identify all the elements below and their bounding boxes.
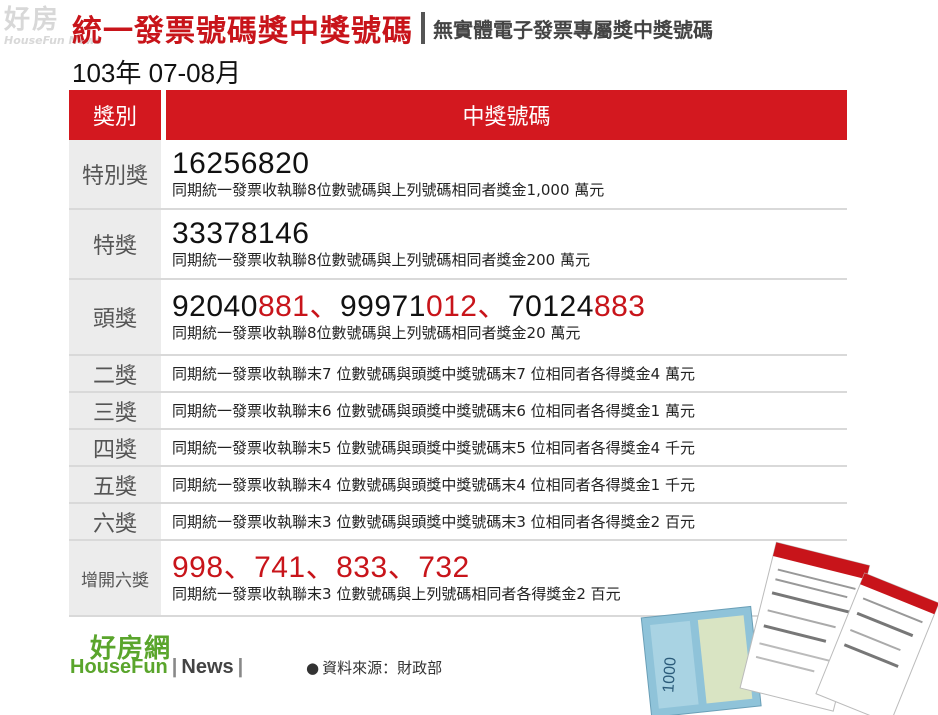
source-text: 資料來源：財政部 [322, 659, 443, 677]
row-third-prize: 三獎 同期統一發票收執聯末6 位數號碼與頭獎中獎號碼末6 位相同者各得獎金1 萬… [69, 393, 847, 430]
extra-number: 833 [336, 551, 388, 584]
prize-label: 二獎 [69, 356, 161, 391]
banknote-icon: 1000 [640, 605, 762, 715]
prize-label: 頭獎 [69, 280, 161, 354]
row-second-prize: 二獎 同期統一發票收執聯末7 位數號碼與頭獎中獎號碼末7 位相同者各得獎金4 萬… [69, 356, 847, 393]
prize-label: 特獎 [69, 210, 161, 278]
grand-prize-number: 33378146 [172, 217, 310, 250]
header-category: 獎別 [69, 90, 161, 140]
special-prize-number: 16256820 [172, 147, 310, 180]
number-prefix: 99971 [340, 290, 426, 323]
prize-table: 獎別 中獎號碼 特別獎 16256820 同期統一發票收執聯8位數號碼與上列號碼… [69, 90, 847, 617]
prize-desc: 同期統一發票收執聯末5 位數號碼與頭獎中獎號碼末5 位相同者各得獎金4 千元 [172, 438, 695, 457]
number-prefix: 70124 [508, 290, 594, 323]
row-first-prize: 頭獎 92040881、99971012、70124883 同期統一發票收執聯8… [69, 280, 847, 356]
number-prefix: 92040 [172, 290, 258, 323]
page-title: 統一發票號碼獎中獎號碼 [72, 14, 413, 49]
source-note: ● 資料來源：財政部 [306, 657, 442, 678]
row-sixth-prize: 六獎 同期統一發票收執聯末3 位數號碼與頭獎中獎號碼末3 位相同者各得獎金2 百… [69, 504, 847, 541]
row-special-prize: 特別獎 16256820 同期統一發票收執聯8位數號碼與上列號碼相同者獎金1,0… [69, 140, 847, 210]
separator: 、 [223, 551, 255, 584]
prize-label: 特別獎 [69, 140, 161, 208]
logo-brand: HouseFun [70, 656, 168, 678]
extra-number: 732 [418, 551, 470, 584]
prize-label: 四獎 [69, 430, 161, 465]
first-prize-numbers: 92040881、99971012、70124883 [172, 291, 847, 323]
logo-text-en: HouseFun | News | [70, 656, 244, 678]
separator: 、 [387, 551, 419, 584]
period-label: 103年 07-08月 [72, 58, 242, 88]
logo-news: News [181, 656, 234, 678]
first-prize-number: 70124883 [508, 290, 646, 323]
prize-desc: 同期統一發票收執聯8位數號碼與上列號碼相同者獎金20 萬元 [172, 324, 581, 342]
table-header: 獎別 中獎號碼 [69, 90, 847, 140]
row-fifth-prize: 五獎 同期統一發票收執聯末4 位數號碼與頭獎中獎號碼末4 位相同者各得獎金1 千… [69, 467, 847, 504]
separator: 、 [477, 290, 508, 323]
prize-desc: 同期統一發票收執聯末7 位數號碼與頭獎中獎號碼末7 位相同者各得獎金4 萬元 [172, 364, 695, 383]
page-subtitle: 無實體電子發票專屬獎中獎號碼 [433, 17, 713, 42]
svg-text:1000: 1000 [660, 656, 679, 693]
row-fourth-prize: 四獎 同期統一發票收執聯末5 位數號碼與頭獎中獎號碼末5 位相同者各得獎金4 千… [69, 430, 847, 467]
bullet-icon: ● [306, 659, 320, 677]
title-divider [421, 12, 425, 44]
prize-desc: 同期統一發票收執聯末4 位數號碼與頭獎中獎號碼末4 位相同者各得獎金1 千元 [172, 475, 695, 494]
separator: 、 [309, 290, 340, 323]
header-numbers: 中獎號碼 [166, 90, 847, 140]
number-suffix: 881 [257, 290, 310, 323]
number-suffix: 883 [593, 290, 646, 323]
first-prize-number: 99971012 [340, 290, 478, 323]
prize-desc: 同期統一發票收執聯8位數號碼與上列號碼相同者獎金200 萬元 [172, 251, 590, 269]
prize-label: 三獎 [69, 393, 161, 428]
first-prize-number: 92040881 [172, 290, 310, 323]
extra-number: 741 [254, 551, 306, 584]
invoice-banknote-image: 1000 [640, 541, 938, 715]
prize-desc: 同期統一發票收執聯末3 位數號碼與頭獎中獎號碼末3 位相同者各得獎金2 百元 [172, 512, 695, 531]
prize-label: 五獎 [69, 467, 161, 502]
prize-desc: 同期統一發票收執聯8位數號碼與上列號碼相同者獎金1,000 萬元 [172, 181, 605, 199]
prize-desc: 同期統一發票收執聯末6 位數號碼與頭獎中獎號碼末6 位相同者各得獎金1 萬元 [172, 401, 695, 420]
prize-label: 六獎 [69, 504, 161, 539]
prize-label: 增開六獎 [69, 541, 161, 615]
title-row: 統一發票號碼獎中獎號碼 無實體電子發票專屬獎中獎號碼 [72, 8, 713, 49]
extra-number: 998 [172, 551, 224, 584]
separator: 、 [305, 551, 337, 584]
row-grand-prize: 特獎 33378146 同期統一發票收執聯8位數號碼與上列號碼相同者獎金200 … [69, 210, 847, 280]
number-suffix: 012 [425, 290, 478, 323]
